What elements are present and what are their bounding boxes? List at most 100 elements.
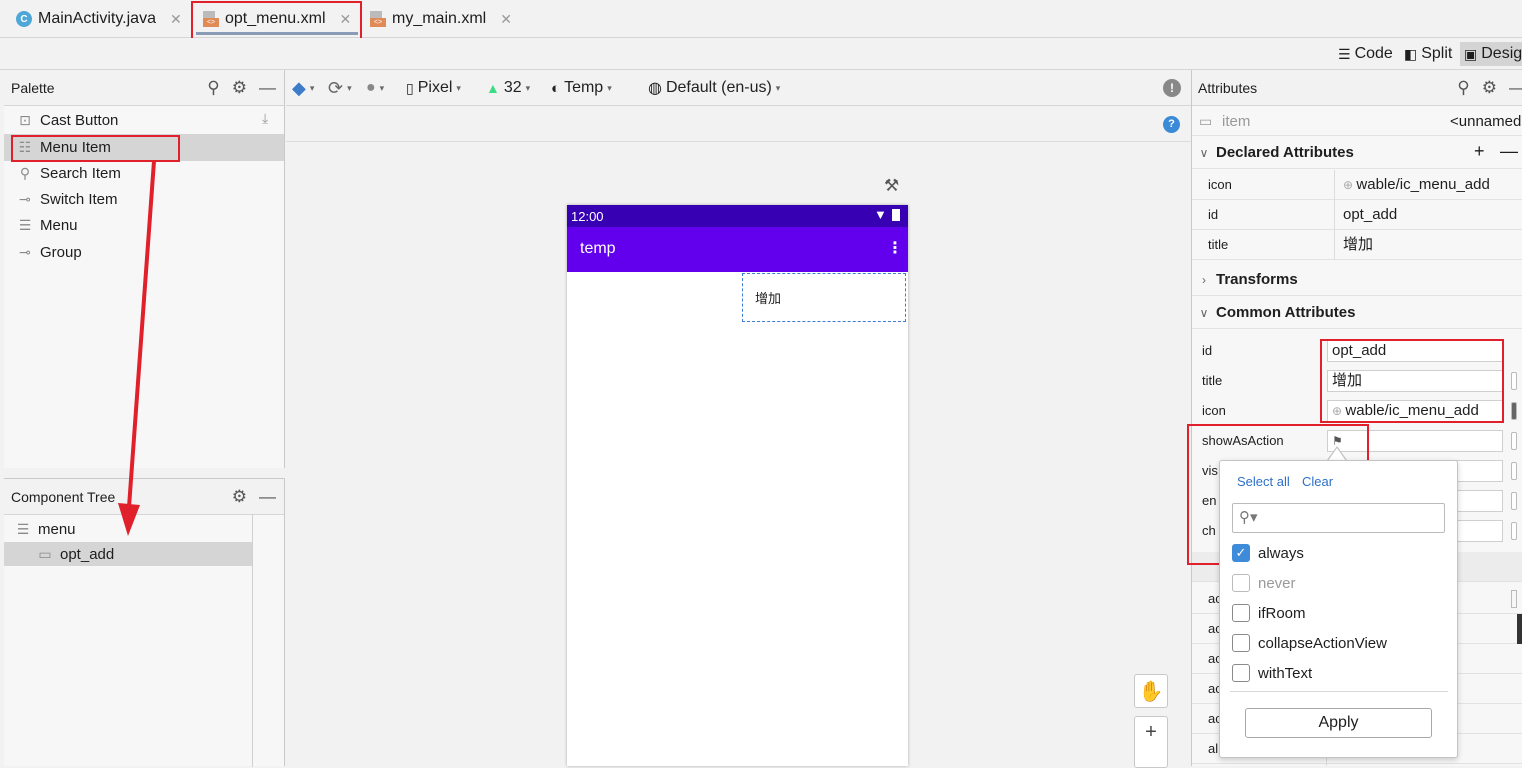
minimize-icon[interactable]: — (1509, 78, 1522, 98)
close-icon[interactable]: ✕ (500, 11, 512, 28)
section-title: Transforms (1216, 271, 1298, 288)
tree-divider (252, 515, 253, 767)
gear-icon[interactable]: ⚙ (232, 78, 247, 98)
menu-icon: ☰ (16, 520, 30, 537)
component-name: <unnamed (1450, 113, 1522, 130)
view-mode-bar: ☰ Code ◧ Split ▣ Desig (0, 38, 1522, 70)
tree-node-opt-add[interactable]: ▭ opt_add (36, 541, 114, 567)
declared-row-id[interactable]: id opt_add (1192, 200, 1522, 230)
device-dropdown[interactable]: ▯ Pixel ▾ (406, 70, 461, 106)
locale-dropdown[interactable]: ◍ Default (en-us) ▾ (648, 70, 780, 106)
resource-picker-button[interactable] (1511, 402, 1517, 420)
option-with-text[interactable]: withText (1232, 661, 1312, 685)
code-mode-label: Code (1354, 45, 1393, 62)
palette-item-menu[interactable]: ☰ Menu (16, 212, 78, 238)
attr-value[interactable]: ⊕ wable/ic_menu_add (1334, 170, 1522, 200)
palette-item-search-item[interactable]: ⚲ Search Item (16, 160, 121, 186)
add-icon[interactable]: + (1474, 141, 1485, 162)
night-mode-icon[interactable]: ● ▾ (366, 70, 384, 106)
group-icon: ⊸ (19, 243, 31, 260)
attr-value[interactable]: opt_add (1334, 200, 1522, 230)
zoom-in-button[interactable]: + (1134, 716, 1168, 768)
phone-icon: ▯ (406, 79, 414, 96)
option-collapse-action-view[interactable]: collapseActionView (1232, 631, 1387, 655)
status-bar: 12:00 ▼ (567, 205, 908, 227)
common-attributes-header[interactable]: ∨ Common Attributes (1192, 297, 1522, 329)
resource-picker-button[interactable] (1511, 522, 1517, 540)
checkbox[interactable] (1232, 574, 1250, 592)
declared-row-title[interactable]: title 增加 (1192, 230, 1522, 260)
theme-dropdown[interactable]: ◐ Temp ▾ (551, 70, 612, 106)
search-icon[interactable]: ⚲ (207, 78, 219, 98)
gear-icon[interactable]: ⚙ (232, 487, 247, 507)
resource-picker-button[interactable] (1511, 590, 1517, 608)
option-ifroom[interactable]: ifRoom (1232, 601, 1306, 625)
split-mode-button[interactable]: ◧ Split (1404, 42, 1452, 66)
palette-item-group[interactable]: ⊸ Group (16, 239, 82, 265)
wrench-icon[interactable]: ⚒ (884, 176, 899, 196)
declared-row-icon[interactable]: icon ⊕ wable/ic_menu_add (1192, 170, 1522, 200)
locale-label: Default (en-us) (665, 79, 772, 96)
close-icon[interactable]: ✕ (170, 11, 182, 28)
component-id-row: ▭ item <unnamed (1192, 106, 1522, 136)
clear-link[interactable]: Clear (1302, 474, 1333, 489)
palette-header: Palette ⚲ ⚙ — (4, 70, 284, 106)
checkbox-checked[interactable]: ✓ (1232, 544, 1250, 562)
popup-search-input[interactable]: ⚲▾ (1232, 503, 1445, 533)
option-always[interactable]: ✓ always (1232, 541, 1304, 565)
annotation-arrow (118, 160, 156, 536)
battery-icon (892, 209, 900, 221)
checkbox[interactable] (1232, 664, 1250, 682)
design-toolbar: ◆ ▾ ⟳ ▾ ● ▾ ▯ Pixel ▾ ▲ 32 ▾ ◐ Temp ▾ ◍ Def… (286, 70, 1191, 106)
resource-picker-button[interactable] (1511, 462, 1517, 480)
app-bar: temp ⋮ (567, 227, 908, 272)
orientation-icon[interactable]: ⟳ ▾ (328, 70, 352, 106)
apply-button[interactable]: Apply (1245, 708, 1432, 738)
palette-item-switch-item[interactable]: ⊸ Switch Item (16, 186, 117, 212)
switch-icon: ⊸ (19, 190, 31, 207)
remove-icon[interactable]: — (1500, 141, 1518, 162)
menu-item-text: 增加 (755, 291, 782, 306)
resource-picker-button[interactable] (1511, 372, 1517, 390)
resource-picker-button[interactable] (1511, 492, 1517, 510)
gear-icon[interactable]: ⚙ (1482, 78, 1497, 98)
resource-picker-button[interactable] (1511, 432, 1517, 450)
code-mode-button[interactable]: ☰ Code (1338, 42, 1393, 66)
option-never[interactable]: never (1232, 571, 1296, 595)
tab-mainactivity[interactable]: C MainActivity.java ✕ (16, 0, 182, 38)
api-label: 32 (503, 79, 522, 96)
select-all-link[interactable]: Select all (1237, 474, 1290, 489)
pan-hand-button[interactable]: ✋ (1134, 674, 1168, 708)
transforms-header[interactable]: › Transforms (1192, 264, 1522, 296)
palette-item-cast-button[interactable]: ⊡ Cast Button (16, 107, 118, 133)
option-label: always (1258, 544, 1304, 562)
split-icon: ◧ (1404, 45, 1418, 62)
overflow-menu-icon[interactable]: ⋮ (887, 238, 903, 258)
checkbox[interactable] (1232, 604, 1250, 622)
menu-item-preview[interactable]: 增加 (742, 273, 906, 322)
search-icon[interactable]: ⚲ (1457, 78, 1469, 98)
theme-label: Temp (564, 79, 604, 96)
attributes-title: Attributes (1198, 79, 1258, 96)
globe-icon: ◍ (648, 80, 662, 97)
popup-divider (1230, 691, 1448, 692)
api-dropdown[interactable]: ▲ 32 ▾ (486, 70, 530, 106)
plus-icon: + (1145, 721, 1157, 743)
minimize-icon[interactable]: — (259, 487, 276, 507)
design-mode-button[interactable]: ▣ Desig (1460, 42, 1522, 66)
layers-icon[interactable]: ◆ ▾ (292, 70, 314, 106)
tab-my-main[interactable]: my_main.xml ✕ (370, 0, 512, 38)
section-title: Declared Attributes (1216, 144, 1354, 161)
declared-attributes-header[interactable]: ∨ Declared Attributes + — (1192, 137, 1522, 169)
chevron-right-icon: › (1202, 272, 1206, 287)
attr-value[interactable]: 增加 (1334, 230, 1522, 260)
checkbox[interactable] (1232, 634, 1250, 652)
warning-icon[interactable]: ! (1163, 79, 1181, 97)
tree-node-menu[interactable]: ☰ menu (14, 516, 76, 542)
search-icon: ⚲ (19, 164, 31, 181)
download-icon[interactable]: ⤓ (262, 110, 268, 127)
minimize-icon[interactable]: — (259, 78, 276, 98)
search-icon: ⚲▾ (1239, 509, 1258, 526)
help-icon[interactable]: ? (1163, 116, 1180, 133)
option-label: withText (1258, 664, 1313, 682)
